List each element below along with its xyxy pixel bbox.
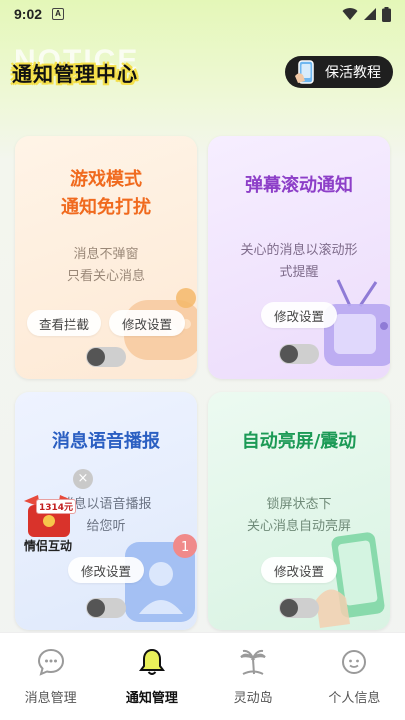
game-mode-title: 游戏模式 通知免打扰 (15, 166, 197, 222)
ad-amount: 1314元 (36, 499, 77, 514)
notification-a-icon: A (52, 8, 65, 20)
barrage-desc-line1: 关心的消息以滚动形 (240, 243, 358, 258)
card-game-mode: 游戏模式 通知免打扰 消息不弹窗 只看关心消息 查看拦截 修改设置 (15, 136, 197, 379)
chat-bubble-icon (37, 648, 64, 676)
status-bar: 9:02 A (0, 0, 405, 28)
barrage-title: 弹幕滚动通知 (245, 175, 353, 196)
svg-text:1: 1 (181, 540, 189, 555)
status-indicators (342, 6, 391, 22)
voice-settings-button[interactable]: 修改设置 (68, 557, 144, 583)
barrage-toggle[interactable] (279, 344, 319, 364)
tab-personal-info[interactable]: 个人信息 (304, 633, 405, 720)
tab-message-management[interactable]: 消息管理 (0, 633, 101, 720)
game-mode-title-line2: 通知免打扰 (61, 197, 151, 218)
couple-interaction-ad[interactable]: 1314元 情侣互动 (18, 493, 80, 553)
palm-tree-icon (240, 649, 266, 675)
wake-settings-button[interactable]: 修改设置 (261, 557, 337, 583)
wake-desc-line1: 锁屏状态下 (266, 497, 332, 512)
barrage-desc-line2: 式提醒 (279, 265, 319, 280)
voice-toggle[interactable] (86, 598, 126, 618)
ad-label: 情侣互动 (24, 539, 73, 553)
battery-icon (382, 6, 391, 22)
status-time: 9:02 (14, 6, 43, 22)
tab-dynamic-island[interactable]: 灵动岛 (203, 633, 304, 720)
ad-close-button[interactable]: × (73, 469, 93, 489)
card-auto-wake-vibrate: 自动亮屏/震动 锁屏状态下 关心消息自动亮屏 修改设置 (208, 392, 390, 630)
toggle-knob (280, 345, 298, 363)
view-intercepted-button[interactable]: 查看拦截 (27, 310, 101, 336)
bell-icon (138, 648, 165, 675)
voice-title: 消息语音播报 (52, 431, 160, 452)
wake-title: 自动亮屏/震动 (241, 431, 357, 452)
game-mode-desc-line2: 只看关心消息 (66, 269, 145, 284)
game-mode-toggle[interactable] (86, 347, 126, 367)
keep-alive-tutorial-button[interactable]: 保活教程 (285, 56, 393, 88)
card-barrage-notification: 弹幕滚动通知 关心的消息以滚动形 式提醒 修改设置 (208, 136, 390, 379)
toggle-knob (87, 599, 105, 617)
barrage-desc: 关心的消息以滚动形 式提醒 (208, 240, 390, 284)
page-title: 通知管理中心 (12, 62, 138, 86)
game-mode-settings-button[interactable]: 修改设置 (109, 310, 185, 336)
game-mode-desc-line1: 消息不弹窗 (73, 247, 139, 262)
wake-desc-line2: 关心消息自动亮屏 (246, 519, 351, 534)
tab-notification-management[interactable]: 通知管理 (101, 633, 202, 720)
wake-desc: 锁屏状态下 关心消息自动亮屏 (208, 494, 390, 538)
toggle-knob (280, 599, 298, 617)
wifi-icon (342, 8, 358, 20)
face-icon (342, 650, 367, 674)
bottom-tab-bar: 消息管理 通知管理 灵动岛 个人信息 (0, 632, 405, 720)
wake-toggle[interactable] (279, 598, 319, 618)
tab-label: 个人信息 (328, 691, 381, 706)
signal-icon (364, 8, 376, 20)
tab-label: 通知管理 (125, 691, 178, 706)
phone-hand-icon (295, 60, 314, 84)
game-mode-title-line1: 游戏模式 (70, 169, 142, 190)
tab-label: 灵动岛 (233, 691, 273, 706)
barrage-settings-button[interactable]: 修改设置 (261, 302, 337, 328)
toggle-knob (87, 348, 105, 366)
tutorial-label: 保活教程 (325, 65, 381, 81)
header: NOTICE 通知管理中心 保活教程 (0, 44, 405, 100)
game-mode-desc: 消息不弹窗 只看关心消息 (15, 244, 197, 288)
tab-label: 消息管理 (24, 691, 77, 706)
